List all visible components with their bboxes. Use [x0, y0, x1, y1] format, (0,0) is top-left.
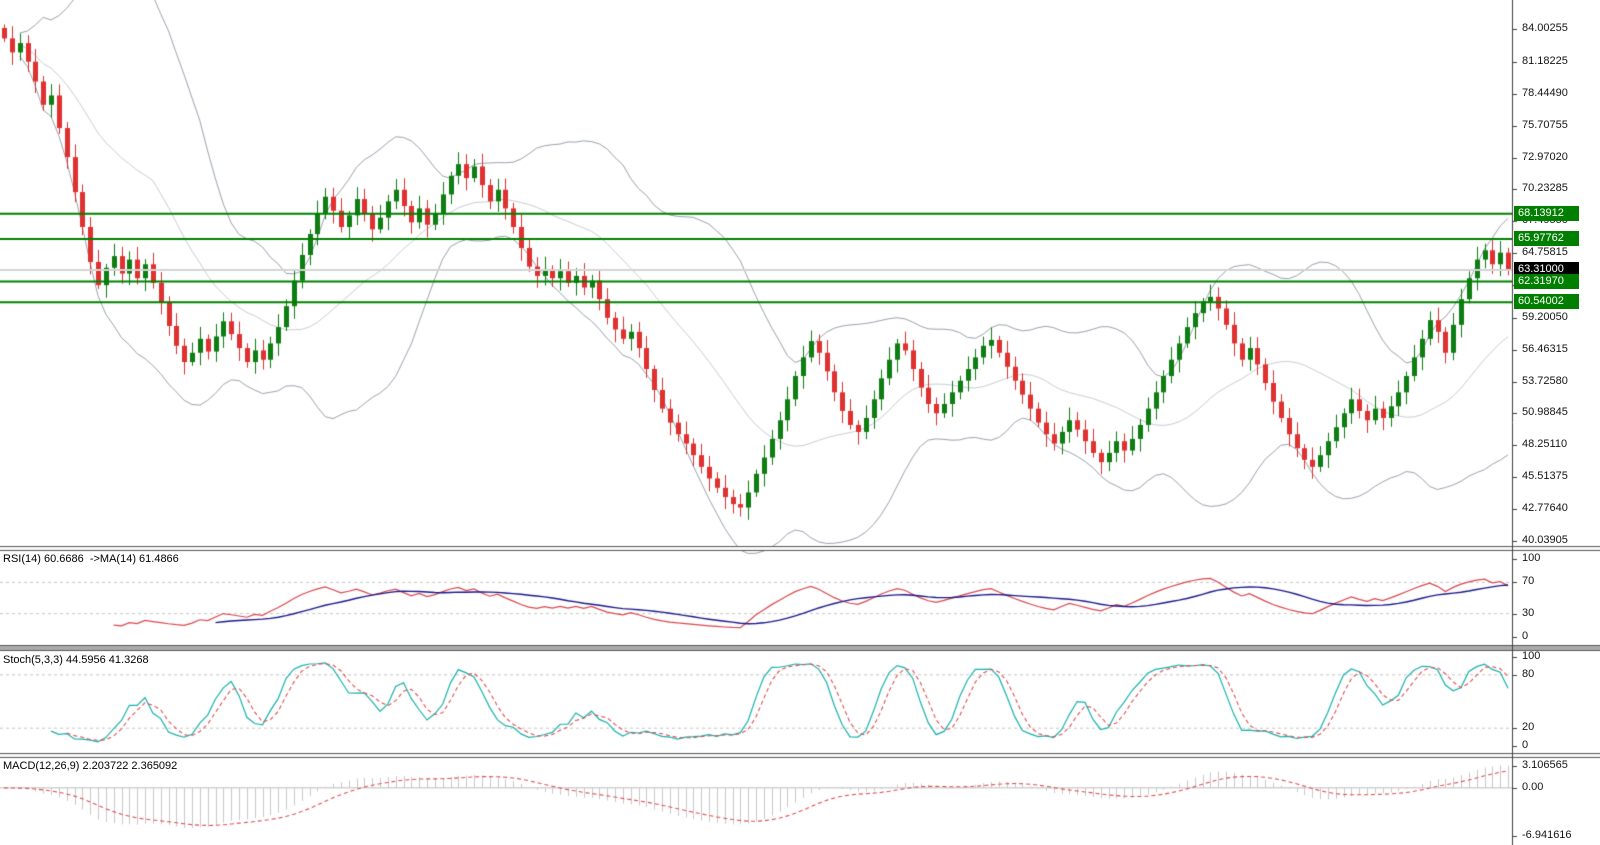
price-tick-label: 59.20050: [1522, 311, 1568, 323]
price-tick-label: 40.03905: [1522, 534, 1568, 546]
price-tick-label: 50.98845: [1522, 406, 1568, 418]
price-axis[interactable]: 84.00255 81.18225 78.44490 75.70755 72.97020…: [1513, 0, 1600, 845]
price-tick-label: 56.46315: [1522, 343, 1568, 355]
rsi-tick-label: 0: [1522, 630, 1528, 642]
macd-tick-label: -6.941616: [1522, 829, 1572, 841]
price-tick-label: 45.51375: [1522, 470, 1568, 482]
trading-chart-window: RSI(14) 60.6686 ->MA(14) 61.4866 Stoch(5…: [0, 0, 1600, 845]
price-tick-label: 72.97020: [1522, 151, 1568, 163]
price-level-badge: 62.31970: [1514, 274, 1579, 289]
price-tick-label: 42.77640: [1522, 502, 1568, 514]
rsi-tick-label: 70: [1522, 575, 1534, 587]
price-tick-label: 81.18225: [1522, 55, 1568, 67]
chart-plot-area[interactable]: [0, 0, 1600, 845]
stochastic-indicator-label: Stoch(5,3,3) 44.5956 41.3268: [3, 654, 149, 666]
rsi-tick-label: 100: [1522, 552, 1540, 564]
price-tick-label: 64.75815: [1522, 246, 1568, 258]
macd-indicator-label: MACD(12,26,9) 2.203722 2.365092: [3, 760, 177, 772]
price-tick-label: 70.23285: [1522, 182, 1568, 194]
macd-tick-label: 3.106565: [1522, 759, 1568, 771]
price-level-badge: 65.97762: [1514, 231, 1579, 246]
stoch-tick-label: 0: [1522, 739, 1528, 751]
stoch-tick-label: 80: [1522, 668, 1534, 680]
price-tick-label: 78.44490: [1522, 87, 1568, 99]
stoch-tick-label: 20: [1522, 721, 1534, 733]
price-level-badge: 60.54002: [1514, 294, 1579, 309]
price-tick-label: 84.00255: [1522, 22, 1568, 34]
price-level-badge: 68.13912: [1514, 206, 1579, 221]
price-tick-label: 48.25110: [1522, 438, 1567, 450]
price-tick-label: 75.70755: [1522, 119, 1568, 131]
rsi-tick-label: 30: [1522, 607, 1534, 619]
price-tick-label: 53.72580: [1522, 375, 1568, 387]
stoch-tick-label: 100: [1522, 650, 1540, 662]
rsi-indicator-label: RSI(14) 60.6686 ->MA(14) 61.4866: [3, 553, 179, 565]
macd-tick-label: 0.00: [1522, 781, 1543, 793]
